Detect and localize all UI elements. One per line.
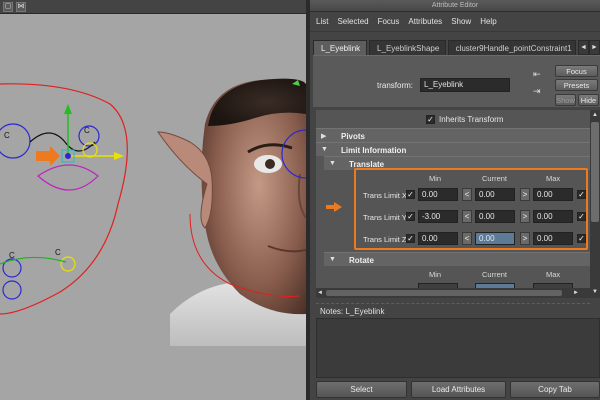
section-limit-information[interactable]: ▼ Limit Information xyxy=(316,142,590,156)
blue-control-circle[interactable] xyxy=(0,123,31,159)
menu-show[interactable]: Show xyxy=(451,17,471,26)
tab-l-eyeblink-shape[interactable]: L_EyeblinkShape xyxy=(369,40,446,55)
notes-textarea[interactable] xyxy=(316,318,600,378)
maya-window: ▢ ⋈ C C C C Attribute Editor List Select… xyxy=(0,0,600,400)
go-to-input-icon[interactable]: ⇤ xyxy=(533,69,543,79)
section-title: Limit Information xyxy=(341,146,407,155)
notes-splitter[interactable] xyxy=(316,300,590,304)
collapsed-arrow-icon: ▶ xyxy=(321,133,327,140)
selected-locator[interactable] xyxy=(65,153,71,159)
load-attributes-button[interactable]: Load Attributes xyxy=(411,381,506,398)
menu-focus[interactable]: Focus xyxy=(378,17,400,26)
window-title: Attribute Editor xyxy=(310,0,600,12)
inherits-transform-row: ✓ Inherits Transform xyxy=(316,112,590,126)
menu-attributes[interactable]: Attributes xyxy=(408,17,442,26)
section-rotate[interactable]: ▼ Rotate xyxy=(324,252,590,266)
horizontal-scrollbar[interactable]: ◄ ► xyxy=(316,288,590,298)
expanded-arrow-icon: ▼ xyxy=(321,146,328,153)
magenta-control-curve[interactable] xyxy=(37,164,99,191)
column-header-min: Min xyxy=(429,270,442,279)
control-label: C xyxy=(4,131,10,140)
section-pivots[interactable]: ▶ Pivots xyxy=(316,128,590,142)
highlight-box xyxy=(354,168,588,250)
transform-name-field[interactable]: L_Eyeblink xyxy=(420,78,510,92)
section-title: Rotate xyxy=(349,256,374,265)
move-manipulator-y-arrow[interactable] xyxy=(64,104,72,114)
3d-viewport[interactable]: ▢ ⋈ C C C C xyxy=(0,0,310,400)
node-tabs: L_Eyeblink L_EyeblinkShape cluster9Handl… xyxy=(313,40,600,55)
tab-scroll-arrows: ◄ ► xyxy=(578,40,600,55)
control-label: C xyxy=(55,248,61,257)
character-eye-iris xyxy=(265,159,275,169)
scroll-up-icon[interactable]: ▲ xyxy=(591,111,599,119)
viewport-toolbar: ▢ ⋈ xyxy=(0,0,310,14)
notes-label: Notes: L_Eyeblink xyxy=(320,307,385,316)
control-label: C xyxy=(9,251,15,260)
column-header-max: Max xyxy=(546,270,561,279)
tab-point-constraint[interactable]: cluster9Handle_pointConstraint1 xyxy=(447,40,577,55)
scroll-left-icon[interactable]: ◄ xyxy=(316,289,324,297)
column-header-current: Current xyxy=(482,270,508,279)
copy-tab-button[interactable]: Copy Tab xyxy=(510,381,600,398)
tab-l-eyeblink[interactable]: L_Eyeblink xyxy=(313,40,368,55)
blue-control-circle[interactable] xyxy=(2,280,22,300)
section-title: Pivots xyxy=(341,132,366,141)
panel-layout-icon[interactable]: ▢ xyxy=(3,1,13,12)
inherits-transform-checkbox[interactable]: ✓ xyxy=(426,115,435,124)
attribute-scroll-area[interactable]: ✓ Inherits Transform ▶ Pivots ▼ Limit In… xyxy=(316,110,590,298)
node-header: transform: L_Eyeblink ⇤ ⇥ Focus Presets … xyxy=(313,55,600,107)
go-to-output-icon[interactable]: ⇥ xyxy=(533,86,543,96)
presets-button[interactable]: Presets xyxy=(555,79,598,91)
expanded-arrow-icon: ▼ xyxy=(329,256,336,263)
inherits-transform-label: Inherits Transform xyxy=(439,115,504,124)
control-label: C xyxy=(84,126,90,135)
focus-button[interactable]: Focus xyxy=(555,65,598,77)
menu-selected[interactable]: Selected xyxy=(337,17,368,26)
hide-button[interactable]: Hide xyxy=(578,94,599,106)
menu-help[interactable]: Help xyxy=(480,17,496,26)
scrollbar-thumb[interactable] xyxy=(591,122,599,222)
viewport-scene[interactable]: C C C C xyxy=(0,14,306,400)
expanded-arrow-icon: ▼ xyxy=(329,160,336,167)
tab-scroll-left-icon[interactable]: ◄ xyxy=(578,40,589,55)
menu-list[interactable]: List xyxy=(316,17,328,26)
transform-label: transform: xyxy=(377,81,414,90)
scroll-down-icon[interactable]: ▼ xyxy=(591,288,599,296)
show-button[interactable]: Show xyxy=(555,94,576,106)
share-icon[interactable]: ⋈ xyxy=(16,1,26,12)
highlight-arrow-icon xyxy=(334,202,342,212)
yellow-control-circle[interactable] xyxy=(60,256,76,272)
blue-control-curve[interactable] xyxy=(29,132,96,152)
select-button[interactable]: Select xyxy=(316,381,407,398)
move-manipulator-x-arrow[interactable] xyxy=(114,152,124,160)
red-control-curve-left[interactable] xyxy=(0,83,128,315)
tab-scroll-right-icon[interactable]: ► xyxy=(589,40,600,55)
menu-bar: List Selected Focus Attributes Show Help xyxy=(310,12,600,32)
scroll-right-icon[interactable]: ► xyxy=(572,289,580,297)
orange-highlight-arrow xyxy=(36,146,60,166)
horizontal-scrollbar-thumb[interactable] xyxy=(326,290,562,296)
